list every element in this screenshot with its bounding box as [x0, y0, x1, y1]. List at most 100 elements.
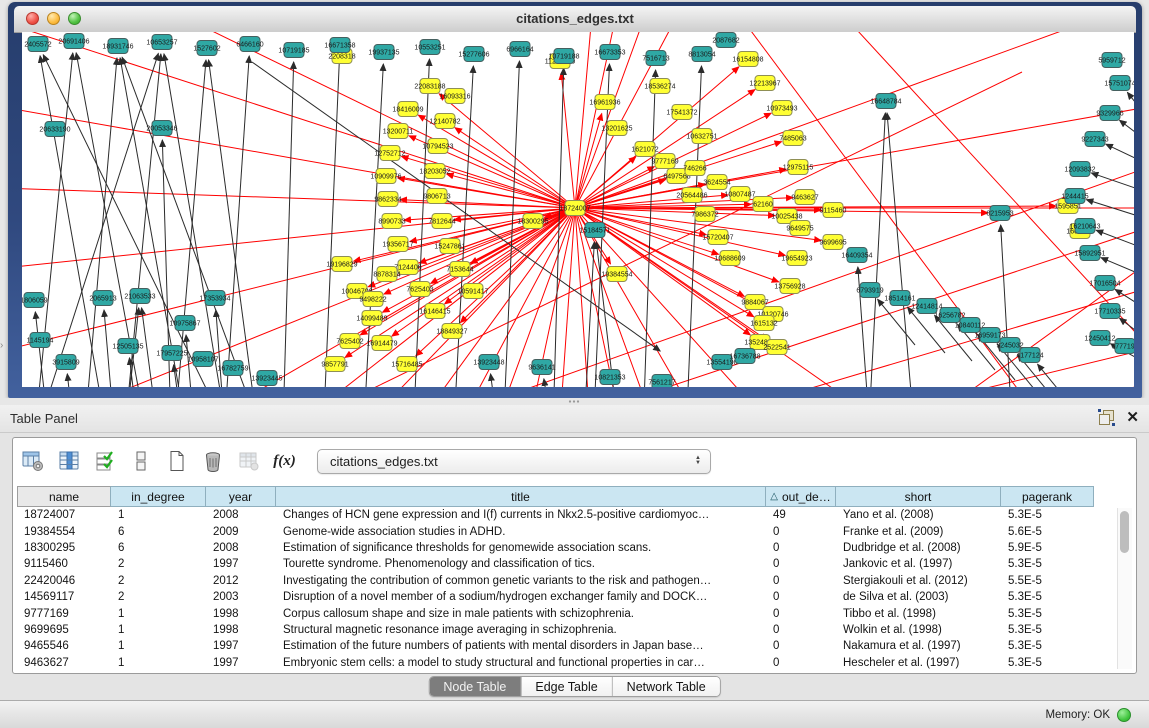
graph-node[interactable]: 1621072 — [631, 142, 658, 157]
network-canvas[interactable]: 1872400718300295193845541615480812213967… — [22, 32, 1134, 387]
graph-node[interactable]: 9857791 — [321, 357, 348, 372]
graph-node[interactable]: 6466160 — [236, 37, 263, 52]
graph-node[interactable]: 9498222 — [359, 292, 386, 307]
graph-node[interactable]: 16409354 — [841, 248, 872, 263]
graph-node[interactable]: 20691406 — [58, 34, 89, 49]
graph-node[interactable]: 1527602 — [193, 41, 220, 56]
table-row[interactable]: 946554611997Estimation of the future num… — [17, 638, 1134, 654]
delete-table-icon[interactable] — [199, 447, 226, 475]
graph-node[interactable]: 10794523 — [422, 139, 453, 154]
column-header-name[interactable]: name — [17, 486, 111, 507]
graph-node[interactable]: 8990733 — [378, 214, 405, 229]
graph-node[interactable]: 10653257 — [146, 35, 177, 50]
graph-node[interactable]: 9329966 — [1096, 106, 1123, 121]
new-table-icon[interactable] — [163, 447, 190, 475]
graph-node[interactable]: 9699695 — [819, 235, 846, 250]
select-column-icon[interactable] — [55, 447, 82, 475]
graph-node[interactable]: 12213967 — [749, 76, 780, 91]
table-row[interactable]: 1456911722003Disruption of a novel membe… — [17, 589, 1134, 605]
graph-node[interactable]: 62160 — [753, 197, 773, 212]
graph-node[interactable]: 5959712 — [1098, 53, 1125, 68]
graph-node[interactable]: 7812644 — [428, 214, 455, 229]
graph-node[interactable]: 6793919 — [856, 283, 883, 298]
graph-node[interactable]: 16782759 — [217, 361, 248, 376]
graph-node[interactable]: 12975115 — [783, 160, 814, 175]
graph-node[interactable]: 4177124 — [1016, 348, 1043, 363]
table-row[interactable]: 977716911998Corpus callosum shape and si… — [17, 605, 1134, 621]
graph-node[interactable]: 18849327 — [436, 324, 467, 339]
graph-node[interactable]: 9806713 — [423, 189, 450, 204]
graph-node[interactable]: 19654923 — [781, 251, 812, 266]
graph-node[interactable]: 10719185 — [278, 43, 309, 58]
graph-node[interactable]: 16648784 — [870, 94, 901, 109]
graph-node[interactable]: 12505135 — [112, 339, 143, 354]
graph-node[interactable]: 12414814 — [911, 299, 942, 314]
graph-node[interactable]: 16914479 — [366, 336, 397, 351]
table-row[interactable]: 946362711997Embryonic stem cells: a mode… — [17, 655, 1134, 671]
graph-node[interactable]: 2522541 — [763, 340, 790, 355]
graph-node[interactable]: 17957225 — [156, 346, 187, 361]
tab-edge-table[interactable]: Edge Table — [520, 677, 611, 696]
graph-node[interactable]: 15751074 — [1104, 76, 1134, 91]
graph-node[interactable]: 7625403 — [406, 282, 433, 297]
table-scrollbar[interactable] — [1117, 508, 1132, 669]
import-table-icon[interactable] — [235, 447, 262, 475]
graph-node[interactable]: 18931746 — [102, 39, 133, 54]
graph-node[interactable]: 13923448 — [473, 355, 504, 370]
table-row[interactable]: 1938455462009Genome-wide association stu… — [17, 523, 1134, 539]
row-height-icon[interactable] — [127, 447, 154, 475]
graph-node[interactable]: 9227343 — [1081, 132, 1108, 147]
graph-node[interactable]: 8813054 — [688, 47, 715, 62]
select-all-check-icon[interactable] — [91, 447, 118, 475]
graph-node[interactable]: 6777196 — [1111, 339, 1134, 354]
graph-node[interactable]: 7485063 — [779, 131, 806, 146]
column-header-in_degree[interactable]: in_degree — [111, 486, 206, 507]
graph-node[interactable]: 22083188 — [414, 79, 445, 94]
graph-node[interactable]: 16093316 — [439, 89, 470, 104]
graph-node[interactable]: 3624554 — [703, 175, 730, 190]
graph-node[interactable]: 2065913 — [89, 291, 116, 306]
graph-node[interactable]: 746266 — [683, 161, 706, 176]
table-row[interactable]: 1872400712008Changes of HCN gene express… — [17, 507, 1134, 523]
column-header-title[interactable]: title — [276, 486, 766, 507]
graph-node[interactable]: 1615132 — [750, 316, 777, 331]
graph-node[interactable]: 10553251 — [414, 40, 445, 55]
graph-node[interactable]: 18536274 — [644, 79, 675, 94]
tab-network-table[interactable]: Network Table — [612, 677, 720, 696]
table-row[interactable]: 1830029562008Estimation of significance … — [17, 540, 1134, 556]
graph-node[interactable]: 7153644 — [446, 262, 473, 277]
graph-node[interactable]: 19384554 — [601, 267, 632, 282]
memory-indicator[interactable]: Memory: OK — [1045, 701, 1131, 728]
graph-node[interactable]: 1806059 — [22, 293, 48, 308]
graph-node[interactable]: 9463627 — [791, 190, 818, 205]
table-settings-icon[interactable] — [19, 447, 46, 475]
graph-node[interactable]: 13923445 — [251, 371, 282, 386]
table-row[interactable]: 969969511998Structural magnetic resonanc… — [17, 622, 1134, 638]
graph-node[interactable]: 2405572 — [24, 37, 51, 52]
graph-node[interactable]: 16154808 — [732, 52, 763, 67]
graph-node[interactable]: 21063533 — [124, 289, 155, 304]
float-panel-icon[interactable] — [1099, 410, 1114, 425]
graph-node[interactable]: 13200711 — [383, 124, 414, 139]
graph-node[interactable]: 1244415 — [1061, 189, 1088, 204]
close-panel-icon[interactable]: ✕ — [1126, 410, 1139, 425]
graph-node[interactable]: 10821353 — [594, 370, 625, 385]
graph-node[interactable]: 9862334 — [374, 192, 401, 207]
graph-node[interactable]: 9115460 — [820, 203, 847, 218]
graph-node[interactable]: 7561217 — [648, 375, 675, 388]
graph-node[interactable]: 6966164 — [506, 42, 533, 57]
tab-node-table[interactable]: Node Table — [429, 677, 520, 696]
graph-node[interactable]: 10909976 — [370, 169, 401, 184]
graph-node[interactable]: 15716485 — [391, 357, 422, 372]
graph-node[interactable]: 14099489 — [356, 311, 387, 326]
graph-node[interactable]: 9649575 — [786, 221, 813, 236]
column-header-year[interactable]: year — [206, 486, 276, 507]
graph-node[interactable]: 3915809 — [52, 355, 79, 370]
panel-collapse-handle[interactable]: › — [0, 338, 7, 354]
graph-node[interactable]: 8878314 — [373, 267, 400, 282]
graph-node[interactable]: 12093832 — [1064, 162, 1095, 177]
window-titlebar[interactable]: citations_edges.txt — [14, 6, 1136, 33]
table-row[interactable]: 911546021997Tourette syndrome. Phenomeno… — [17, 556, 1134, 572]
graph-node[interactable]: 7516713 — [642, 51, 669, 66]
graph-node[interactable]: 15892951 — [1074, 246, 1105, 261]
